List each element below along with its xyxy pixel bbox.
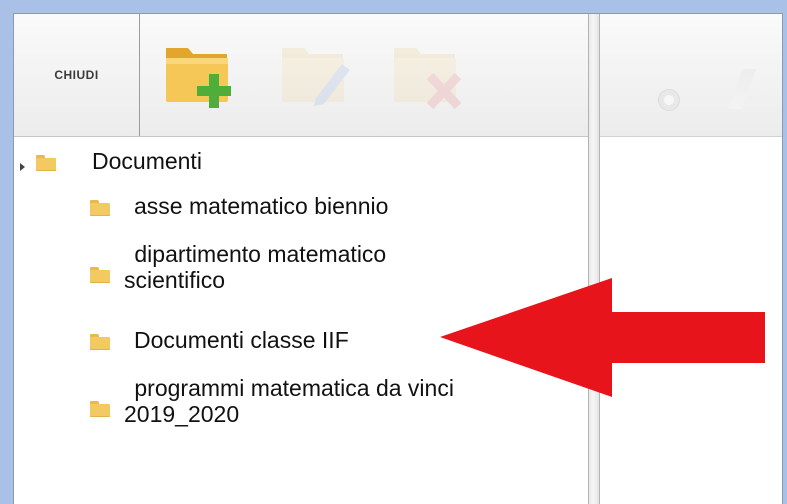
tree-item-label: Documenti classe IIF [134, 327, 349, 353]
tree-item-label: asse matematico biennio [134, 193, 389, 219]
right-toolbar [600, 14, 782, 137]
tree-item-selected[interactable]: Documenti classe IIF [90, 325, 349, 355]
folder-add-icon [166, 48, 231, 108]
red-arrow-annotation [440, 278, 765, 397]
tree-item-label-line2: 2019_2020 [124, 401, 240, 427]
new-folder-button[interactable] [160, 34, 240, 114]
edit-file-icon[interactable] [727, 69, 757, 109]
tree-item[interactable]: programmi matematica da vinci 2019_2020 [90, 373, 454, 429]
tree-item-label-line2: scientifico [124, 267, 225, 293]
folder-icon [90, 334, 110, 350]
file-list-pane [600, 14, 782, 504]
expand-arrow-icon[interactable] [20, 163, 25, 171]
folder-icon [36, 155, 56, 171]
close-button[interactable]: CHIUDI [14, 14, 140, 136]
tree-item[interactable]: dipartimento matematico scientifico [90, 239, 386, 295]
delete-icon [394, 48, 462, 110]
add-file-icon[interactable] [658, 89, 680, 111]
folder-tree-pane: CHIUDI Documenti asse matematico biennio… [14, 14, 589, 504]
delete-folder-button[interactable] [388, 34, 468, 114]
rename-folder-button[interactable] [276, 34, 356, 114]
file-manager-window: CHIUDI Documenti asse matematico biennio… [13, 13, 783, 504]
tree-item-label: Documenti [92, 148, 202, 174]
tree-root-documenti[interactable]: Documenti [36, 146, 202, 176]
pane-splitter[interactable] [588, 14, 600, 504]
tree-item[interactable]: asse matematico biennio [90, 191, 388, 221]
folder-icon [90, 200, 110, 216]
edit-icon [282, 48, 350, 106]
folder-icon [90, 401, 110, 417]
left-toolbar: CHIUDI [14, 14, 588, 137]
folder-icon [90, 267, 110, 283]
